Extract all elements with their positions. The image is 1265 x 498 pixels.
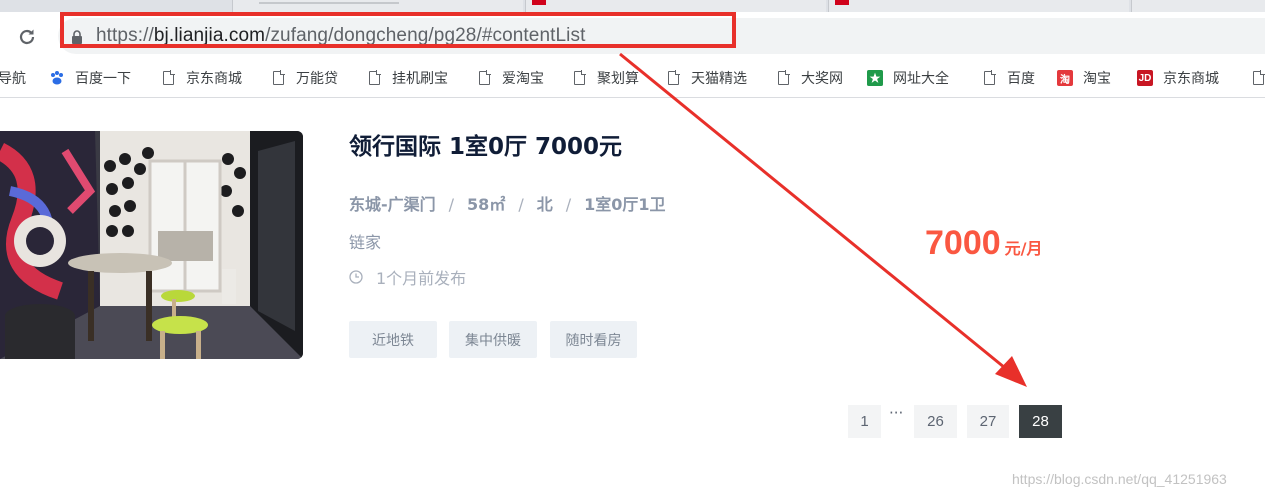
tab-favicon-icon: [532, 0, 546, 5]
separator: /: [518, 195, 524, 214]
bookmark-item[interactable]: 百度: [981, 68, 1035, 88]
page-button[interactable]: 1: [848, 405, 881, 438]
bookmark-item[interactable]: 聚划算: [571, 68, 639, 88]
bookmark-item[interactable]: [1250, 68, 1265, 88]
page-icon: [665, 70, 681, 86]
browser-tab[interactable]: [1131, 0, 1265, 12]
page-icon: [366, 70, 382, 86]
reload-icon[interactable]: [14, 24, 40, 50]
bookmark-item[interactable]: 导航: [0, 68, 26, 88]
taobao-icon: 淘: [1057, 70, 1073, 86]
brand-label: 链家: [349, 233, 382, 252]
tag-badge: 随时看房: [550, 321, 637, 358]
page-icon: [571, 70, 587, 86]
page-icon: [270, 70, 286, 86]
page-icon: [981, 70, 997, 86]
web-directory-icon: [867, 70, 883, 86]
price-unit: 元/月: [1004, 239, 1043, 258]
bookmarks-bar: 导航 百度一下 京东商城 万能贷 挂机刷宝 爱淘宝 聚划算 天猫精选 大奖网 网…: [0, 60, 1265, 98]
listing-price: 7000 元/月: [925, 224, 1043, 263]
price-value: 7000: [925, 224, 1001, 262]
bookmark-item[interactable]: 爱淘宝: [476, 68, 544, 88]
separator: /: [448, 195, 455, 214]
posted-time: 1个月前发布: [349, 265, 466, 289]
bookmark-item[interactable]: JD 京东商城: [1137, 68, 1219, 88]
page-icon: [1250, 70, 1265, 86]
page-button-current[interactable]: 28: [1019, 405, 1062, 438]
page-icon: [160, 70, 176, 86]
url-annotation-box: [60, 12, 736, 48]
bookmark-item[interactable]: 天猫精选: [665, 68, 747, 88]
layout-value: 1室0厅1卫: [584, 195, 666, 214]
page-button[interactable]: 27: [967, 405, 1009, 438]
orientation-value: 北: [536, 195, 553, 214]
baidu-paw-icon: [49, 70, 65, 86]
browser-tab[interactable]: [525, 0, 826, 12]
district-link[interactable]: 东城-广渠门: [349, 195, 436, 214]
bookmark-item[interactable]: 网址大全: [867, 68, 949, 88]
page-icon: [476, 70, 492, 86]
bookmark-item[interactable]: 淘淘宝: [1057, 68, 1111, 88]
bookmark-item[interactable]: 挂机刷宝: [366, 68, 448, 88]
browser-tab[interactable]: [828, 0, 1129, 12]
page-icon: [775, 70, 791, 86]
listing-description: 东城-广渠门 / 58㎡ / 北 / 1室0厅1卫: [349, 191, 666, 215]
listing-title[interactable]: 领行国际 1室0厅 7000元: [349, 127, 622, 161]
tab-favicon-icon: [835, 0, 849, 5]
tag-badge: 近地铁: [349, 321, 437, 358]
tab-title-stub: [259, 2, 399, 4]
listing-photo[interactable]: [0, 131, 303, 359]
bookmark-item[interactable]: 万能贷: [270, 68, 338, 88]
area-value: 58㎡: [467, 195, 506, 214]
jd-icon: JD: [1137, 70, 1153, 86]
browser-tab[interactable]: [232, 0, 523, 12]
tag-badge: 集中供暖: [449, 321, 537, 358]
tab-strip: [0, 0, 1265, 12]
page-button[interactable]: 26: [914, 405, 957, 438]
pagination-ellipsis: ···: [889, 404, 904, 422]
separator: /: [565, 195, 572, 214]
bookmark-item[interactable]: 京东商城: [160, 68, 242, 88]
bookmark-item[interactable]: 百度一下: [49, 68, 131, 88]
clock-icon: [349, 270, 363, 284]
watermark-text: https://blog.csdn.net/qq_41251963: [1012, 471, 1227, 487]
bookmark-item[interactable]: 大奖网: [775, 68, 843, 88]
posted-time-text: 1个月前发布: [376, 269, 467, 288]
